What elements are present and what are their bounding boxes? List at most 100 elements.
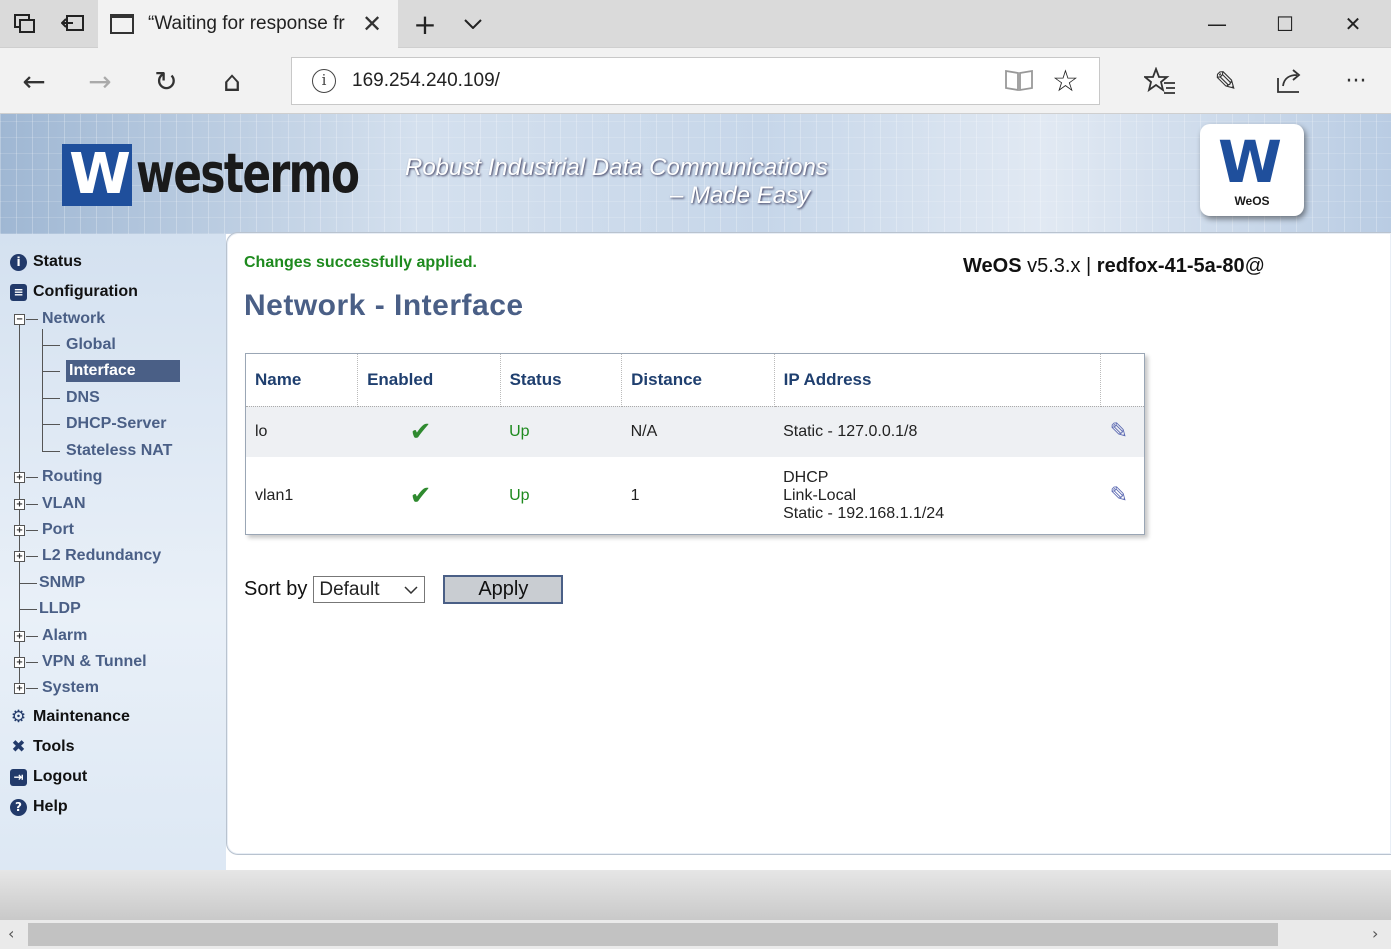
forward-icon[interactable]: → <box>80 62 120 100</box>
column-header-actions <box>1100 354 1144 407</box>
ip-line: Static - 192.168.1.1/24 <box>783 504 945 522</box>
chevron-down-icon <box>404 583 418 597</box>
expand-icon[interactable]: + <box>14 550 25 562</box>
info-circle-icon: i <box>10 253 27 271</box>
url-text[interactable]: 169.254.240.109/ <box>352 70 500 92</box>
active-tab[interactable]: “Waiting for response fr ✕ <box>98 0 398 48</box>
tree-branch <box>26 661 38 663</box>
sidebar-item-system[interactable]: + System <box>14 678 99 698</box>
sidebar-item-stateless-nat[interactable]: Stateless NAT <box>42 441 172 461</box>
tree-branch <box>26 635 38 637</box>
edit-pencil-icon[interactable]: ✎ <box>1100 406 1144 457</box>
page-title: Network - Interface <box>244 289 524 322</box>
westermo-logo-mark: W <box>62 144 132 206</box>
column-header-distance[interactable]: Distance <box>621 354 775 407</box>
expand-icon[interactable]: + <box>14 656 25 668</box>
hostname: redfox-41-5a-80 <box>1096 255 1245 277</box>
sidebar-item-logout[interactable]: ⇥ Logout <box>10 766 87 788</box>
expand-icon[interactable]: + <box>14 682 25 694</box>
scroll-right-icon[interactable]: › <box>1372 924 1378 943</box>
notes-pen-icon[interactable]: ✎ <box>1206 62 1246 100</box>
column-header-name[interactable]: Name <box>246 354 359 407</box>
sidebar-nav: i Status ≡ Configuration − Network Globa… <box>0 234 226 870</box>
sidebar-item-label: Help <box>33 798 68 815</box>
sidebar-item-vlan[interactable]: + VLAN <box>14 494 86 514</box>
table-row: lo ✔ Up N/A Static - 127.0.0.1/8 ✎ <box>246 406 1144 457</box>
scroll-left-icon[interactable]: ‹ <box>8 924 14 943</box>
sidebar-item-help[interactable]: ? Help <box>10 796 68 818</box>
sidebar-item-snmp[interactable]: SNMP <box>14 573 85 593</box>
tree-branch <box>26 503 38 505</box>
edit-pencil-icon[interactable]: ✎ <box>1100 457 1144 534</box>
cell-status: Up <box>500 457 622 534</box>
share-icon[interactable] <box>1270 62 1310 100</box>
interface-table-grid: Name Enabled Status Distance IP Address … <box>246 354 1144 534</box>
wrench-icon: ✖ <box>11 736 26 757</box>
reading-view-icon[interactable] <box>1004 68 1034 98</box>
favorite-star-icon[interactable]: ☆ <box>1052 64 1079 99</box>
new-tab-icon[interactable]: + <box>410 8 440 41</box>
sidebar-item-label: Maintenance <box>33 708 130 725</box>
page-icon <box>110 14 134 34</box>
favorites-hub-icon[interactable] <box>1140 62 1180 100</box>
chevron-down-glyph <box>464 19 482 29</box>
sidebar-item-label: Global <box>66 336 116 353</box>
minimize-icon[interactable]: — <box>1197 8 1237 40</box>
sidebar-item-maintenance[interactable]: ⚙ Maintenance <box>10 706 130 728</box>
address-bar[interactable]: i 169.254.240.109/ ☆ <box>291 57 1100 105</box>
sidebar-item-dns[interactable]: DNS <box>42 388 100 408</box>
home-icon[interactable]: ⌂ <box>212 62 252 100</box>
footer-band <box>0 870 1391 920</box>
expand-icon[interactable]: + <box>14 630 25 642</box>
sidebar-item-alarm[interactable]: + Alarm <box>14 626 87 646</box>
table-header-row: Name Enabled Status Distance IP Address <box>246 354 1144 407</box>
version-info: WeOS v5.3.x | redfox-41-5a-80@ <box>963 255 1265 278</box>
info-icon[interactable]: i <box>312 69 336 93</box>
sidebar-item-status[interactable]: i Status <box>10 251 82 273</box>
sidebar-item-vpn-tunnel[interactable]: + VPN & Tunnel <box>14 652 147 672</box>
close-window-icon[interactable]: ✕ <box>1333 8 1373 40</box>
more-icon[interactable]: ··· <box>1336 62 1376 100</box>
sidebar-item-l2-redundancy[interactable]: + L2 Redundancy <box>14 546 161 566</box>
cell-name: vlan1 <box>246 457 358 534</box>
back-icon[interactable]: ← <box>14 62 54 100</box>
sidebar-item-interface[interactable]: Interface <box>42 360 180 382</box>
tab-title: “Waiting for response fr <box>148 13 345 34</box>
collapse-icon[interactable]: − <box>14 313 25 325</box>
sidebar-item-label: Alarm <box>42 627 88 644</box>
main-content: Changes successfully applied. WeOS v5.3.… <box>226 232 1391 855</box>
tab-actions-icon[interactable] <box>10 10 40 38</box>
horizontal-scrollbar[interactable]: ‹ › <box>0 920 1391 949</box>
expand-icon[interactable]: + <box>14 498 25 510</box>
column-header-enabled[interactable]: Enabled <box>357 354 501 407</box>
enabled-check-icon: ✔ <box>357 457 501 534</box>
expand-icon[interactable]: + <box>14 471 25 483</box>
tab-dropdown-icon[interactable] <box>458 10 488 38</box>
expand-icon[interactable]: + <box>14 524 25 536</box>
cell-distance: N/A <box>621 406 775 457</box>
sort-selected-value: Default <box>319 578 380 600</box>
sidebar-item-network[interactable]: − Network <box>14 309 105 329</box>
refresh-icon[interactable]: ↻ <box>146 62 186 100</box>
sidebar-item-routing[interactable]: + Routing <box>14 467 102 487</box>
sidebar-item-dhcp-server[interactable]: DHCP-Server <box>42 414 166 434</box>
cell-ip-address: Static - 127.0.0.1/8 <box>774 406 1101 457</box>
apply-button[interactable]: Apply <box>443 575 564 604</box>
product-name: WeOS <box>963 255 1022 277</box>
scrollbar-thumb[interactable] <box>28 923 1278 946</box>
sidebar-item-port[interactable]: + Port <box>14 520 74 540</box>
sort-select[interactable]: Default <box>313 576 426 603</box>
close-tab-icon[interactable]: ✕ <box>362 10 382 38</box>
chevron-glyph <box>404 585 418 594</box>
maximize-icon[interactable]: ☐ <box>1265 8 1305 40</box>
help-icon: ? <box>10 798 27 816</box>
column-header-status[interactable]: Status <box>500 354 623 407</box>
column-header-ip-address[interactable]: IP Address <box>774 354 1102 407</box>
sidebar-item-global[interactable]: Global <box>42 335 116 355</box>
tree-branch <box>26 555 38 557</box>
sidebar-item-lldp[interactable]: LLDP <box>14 599 81 619</box>
set-aside-tabs-icon[interactable] <box>58 10 88 38</box>
sidebar-item-configuration[interactable]: ≡ Configuration <box>10 281 138 303</box>
sidebar-item-tools[interactable]: ✖ Tools <box>10 736 74 758</box>
westermo-logo-text: westermo <box>136 142 360 205</box>
